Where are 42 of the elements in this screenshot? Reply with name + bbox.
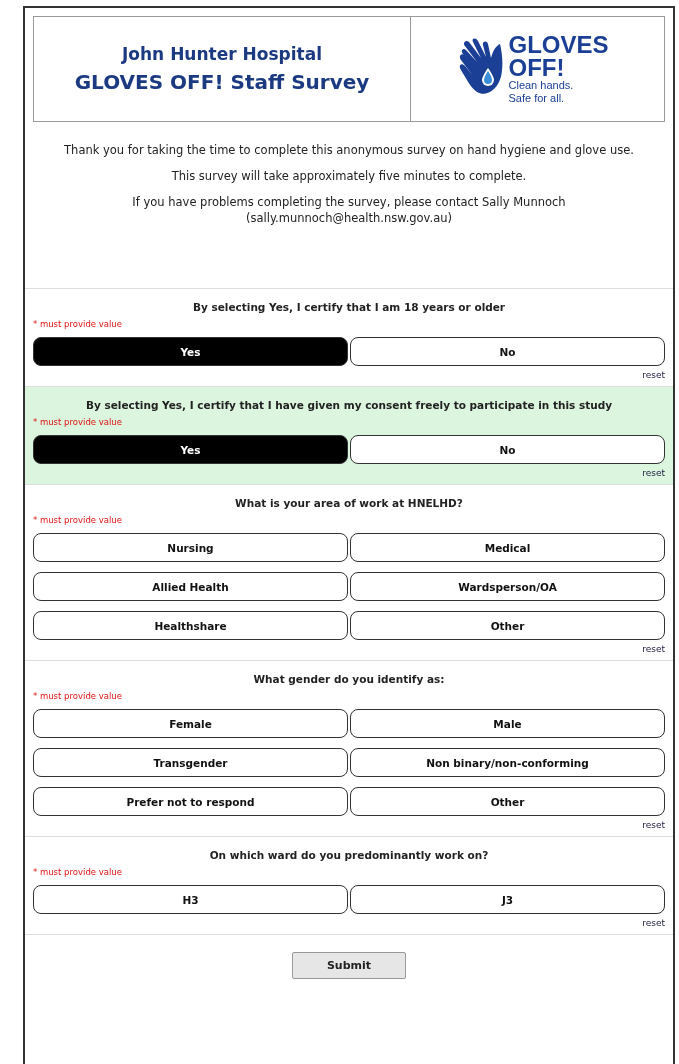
required-note: * must provide value: [33, 417, 123, 427]
option-button[interactable]: Medical: [350, 533, 665, 562]
required-note: * must provide value: [33, 515, 123, 525]
logo-wordmark: GLOVES OFF!: [508, 33, 610, 79]
hospital-name: John Hunter Hospital: [122, 44, 322, 64]
option-button[interactable]: Female: [33, 709, 348, 738]
option-button[interactable]: Other: [350, 787, 665, 816]
option-button[interactable]: Healthshare: [33, 611, 348, 640]
option-button[interactable]: No: [350, 337, 665, 366]
required-note: * must provide value: [33, 691, 123, 701]
option-button[interactable]: Yes: [33, 435, 348, 464]
question-text: What is your area of work at HNELHD?: [234, 497, 464, 509]
reset-link[interactable]: reset: [642, 468, 665, 478]
question-text: By selecting Yes, I certify that I am 18 years or older: [191, 301, 507, 313]
reset-link[interactable]: reset: [642, 820, 665, 830]
option-button[interactable]: Prefer not to respond: [33, 787, 348, 816]
required-note: * must provide value: [33, 319, 123, 329]
intro-text: If you have problems completing the survey, please contact Sally Munnoch (sally.munnoch@health.nsw.gov.au): [131, 194, 567, 226]
option-button[interactable]: No: [350, 435, 665, 464]
option-button[interactable]: Nursing: [33, 533, 348, 562]
intro-text: This survey will take approximately five minutes to complete.: [170, 168, 528, 184]
logo-tagline: Clean hands.: [508, 79, 575, 92]
question-text: By selecting Yes, I certify that I have given my consent freely to participate in this study: [85, 399, 613, 411]
option-button[interactable]: Wardsperson/OA: [350, 572, 665, 601]
option-button[interactable]: Other: [350, 611, 665, 640]
option-button[interactable]: J3: [350, 885, 665, 914]
logo-tagline: Safe for all.: [508, 92, 566, 105]
survey-title: GLOVES OFF! Staff Survey: [74, 70, 370, 94]
submit-button[interactable]: Submit: [292, 952, 406, 979]
option-button[interactable]: Male: [350, 709, 665, 738]
option-button[interactable]: Yes: [33, 337, 348, 366]
required-note: * must provide value: [33, 867, 123, 877]
option-button[interactable]: H3: [33, 885, 348, 914]
reset-link[interactable]: reset: [642, 644, 665, 654]
option-button[interactable]: Non binary/non-conforming: [350, 748, 665, 777]
option-button[interactable]: Allied Health: [33, 572, 348, 601]
reset-link[interactable]: reset: [642, 918, 665, 928]
question-text: What gender do you identify as:: [252, 673, 446, 685]
reset-link[interactable]: reset: [642, 370, 665, 380]
option-button[interactable]: Transgender: [33, 748, 348, 777]
intro-text: Thank you for taking the time to complete this anonymous survey on hand hygiene and glove use.: [63, 142, 635, 158]
question-text: On which ward do you predominantly work on?: [208, 849, 490, 861]
